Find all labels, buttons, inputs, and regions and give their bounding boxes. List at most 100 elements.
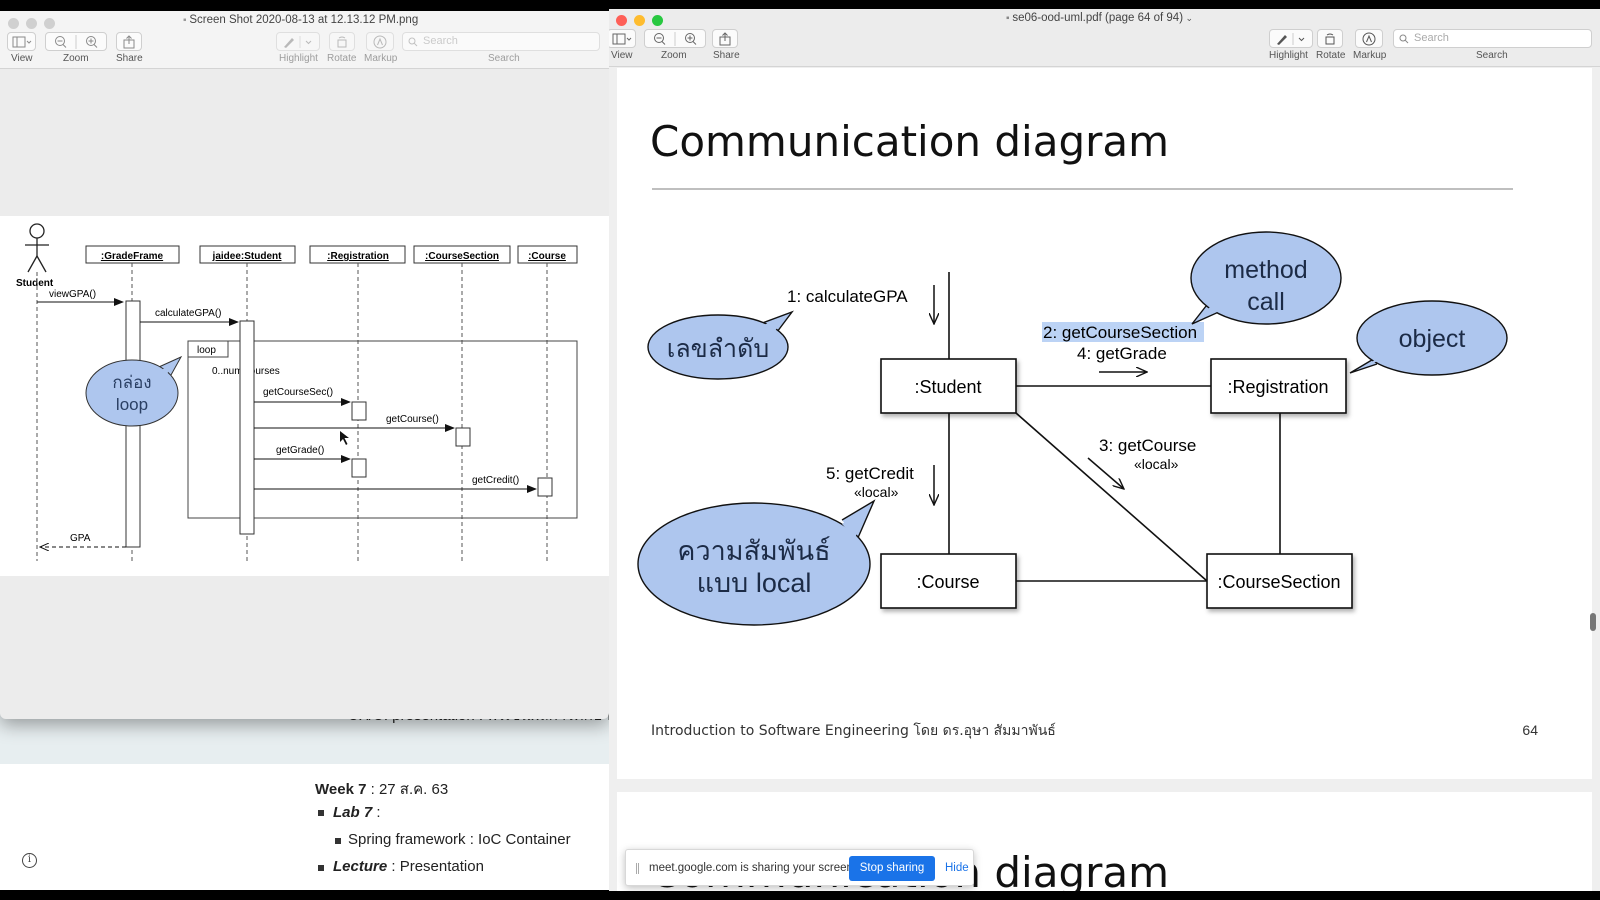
msg-2-getcoursesection: 2: getCourseSection — [1043, 323, 1197, 342]
view-label: View — [11, 53, 33, 64]
object-student: :Student — [880, 358, 1017, 414]
search-field[interactable]: Search — [1393, 29, 1592, 48]
right-preview-window: ▪ se06-ood-uml.pdf (page 64 of 94) ⌄ Sea… — [609, 9, 1600, 891]
msg-getcourse: getCourse() — [386, 414, 439, 425]
msg-calculategpa: calculateGPA() — [155, 308, 222, 319]
sequence-diagram-image: Student :GradeFrame jaidee:Student :Regi… — [0, 216, 609, 576]
zoom-window-button[interactable] — [44, 18, 55, 29]
share-button[interactable] — [116, 32, 142, 51]
callout-object: object — [1349, 300, 1508, 376]
mouse-cursor-icon — [340, 431, 349, 445]
svg-text::Course: :Course — [916, 572, 979, 592]
lifeline-registration: :Registration — [309, 245, 406, 264]
search-label: Search — [488, 53, 520, 64]
svg-text::CourseSection: :CourseSection — [425, 251, 499, 262]
zoom-window-button[interactable] — [652, 15, 663, 26]
svg-text:กล่อง: กล่อง — [112, 373, 151, 392]
window-title[interactable]: ▪ se06-ood-uml.pdf (page 64 of 94) ⌄ — [1006, 12, 1193, 24]
highlight-label: Highlight — [279, 53, 318, 64]
bullet — [335, 838, 341, 844]
msg-5-getcredit: 5: getCredit — [826, 464, 914, 483]
view-button[interactable] — [609, 29, 636, 48]
window-title: ▪ Screen Shot 2020-08-13 at 12.13.12 PM.… — [183, 14, 418, 26]
scroll-thumb[interactable] — [1590, 613, 1596, 631]
svg-text:ความสัมพันธ์: ความสัมพันธ์ — [677, 535, 830, 566]
share-icon — [719, 31, 731, 45]
sequence-diagram: Student :GradeFrame jaidee:Student :Regi… — [16, 223, 578, 561]
loop-callout: กล่อง loop — [85, 355, 183, 427]
window-title-text: Screen Shot 2020-08-13 at 12.13.12 PM.pn… — [189, 14, 419, 26]
bullet — [318, 865, 324, 871]
zoom-buttons[interactable] — [644, 29, 706, 48]
lifeline-coursesection: :CourseSection — [413, 245, 511, 264]
highlight-button[interactable] — [276, 32, 320, 51]
window-title-text: se06-ood-uml.pdf (page 64 of 94) — [1012, 12, 1184, 24]
communication-diagram-slide: Communication diagram:Student:Registra… — [637, 117, 1538, 739]
lifeline-student: jaidee:Student — [199, 245, 296, 264]
close-button[interactable] — [8, 18, 19, 29]
svg-text::Registration: :Registration — [1227, 377, 1328, 397]
markup-button[interactable] — [1355, 29, 1383, 48]
lab-colon: : — [372, 804, 381, 821]
close-button[interactable] — [616, 15, 627, 26]
pen-icon — [284, 35, 312, 48]
minimize-button[interactable] — [634, 15, 645, 26]
callout-local-relation: ความสัมพันธ์ แบบ local — [637, 499, 876, 626]
svg-text::Registration: :Registration — [327, 251, 389, 262]
object-registration: :Registration — [1210, 358, 1347, 414]
actor-label: Student — [16, 278, 54, 289]
spring-text: Spring framework : IoC Container — [348, 831, 571, 848]
activation-course — [537, 477, 553, 497]
svg-text:method: method — [1224, 256, 1307, 284]
markup-icon — [373, 35, 387, 48]
student-actor — [25, 223, 49, 273]
lecture-line: Lecture : Presentation — [333, 858, 484, 875]
lab-label: Lab 7 — [333, 804, 373, 821]
zoom-buttons[interactable] — [45, 32, 107, 51]
msg-4-getgrade: 4: getGrade — [1077, 344, 1167, 363]
lifeline-course: :Course — [517, 245, 578, 264]
object-coursesection: :CourseSection — [1206, 553, 1353, 609]
view-label: View — [611, 50, 633, 61]
object-course: :Course — [880, 553, 1017, 609]
msg-3-getcourse: 3: getCourse — [1099, 436, 1196, 455]
markup-icon — [1362, 32, 1376, 45]
activation-registration-1 — [351, 401, 367, 421]
svg-text::Course: :Course — [528, 251, 566, 262]
chevron-down-icon: ⌄ — [1183, 13, 1194, 23]
search-icon — [408, 37, 418, 47]
rotate-icon — [337, 36, 347, 47]
svg-text:เลขลำดับ: เลขลำดับ — [667, 335, 769, 363]
highlight-button[interactable] — [1269, 29, 1313, 48]
share-label: Share — [116, 53, 143, 64]
share-button[interactable] — [712, 29, 738, 48]
zoom-label: Zoom — [63, 53, 89, 64]
markup-button[interactable] — [366, 32, 394, 51]
markup-label: Markup — [1353, 50, 1387, 61]
highlight-label: Highlight — [1269, 50, 1308, 61]
stop-sharing-button[interactable]: Stop sharing — [849, 856, 935, 881]
msg-3-stereotype: «local» — [1134, 456, 1179, 472]
search-field[interactable]: Search — [402, 32, 600, 51]
right-titlebar: ▪ se06-ood-uml.pdf (page 64 of 94) ⌄ Sea… — [609, 9, 1600, 67]
week-line: Week 7 : 27 ส.ค. 63 — [315, 777, 448, 801]
drag-handle-icon[interactable] — [636, 863, 639, 874]
view-button[interactable] — [7, 32, 36, 51]
screen: UX/UI presentation : พรีเซ็นผลการศึกษา W… — [0, 0, 1600, 900]
share-label: Share — [713, 50, 740, 61]
left-preview-window: ▪ Screen Shot 2020-08-13 at 12.13.12 PM.… — [0, 11, 609, 719]
activation-registration-2 — [351, 458, 367, 478]
slide-footer: Introduction to Software Engineering โดย… — [651, 722, 1056, 739]
slide-title: Communication diagram — [650, 117, 1169, 166]
info-icon[interactable]: i — [22, 853, 37, 868]
minimize-button[interactable] — [26, 18, 37, 29]
hide-button[interactable]: Hide — [945, 862, 969, 874]
rotate-button[interactable] — [1317, 29, 1343, 48]
page-number: 64 — [1522, 722, 1538, 738]
lifeline-gradeframe: :GradeFrame — [85, 245, 180, 264]
background-web-page: UX/UI presentation : พรีเซ็นผลการศึกษา W… — [0, 700, 611, 890]
zoom-label: Zoom — [661, 50, 687, 61]
markup-label: Markup — [364, 53, 398, 64]
rotate-button[interactable] — [329, 32, 355, 51]
msg-getgrade: getGrade() — [276, 445, 324, 456]
